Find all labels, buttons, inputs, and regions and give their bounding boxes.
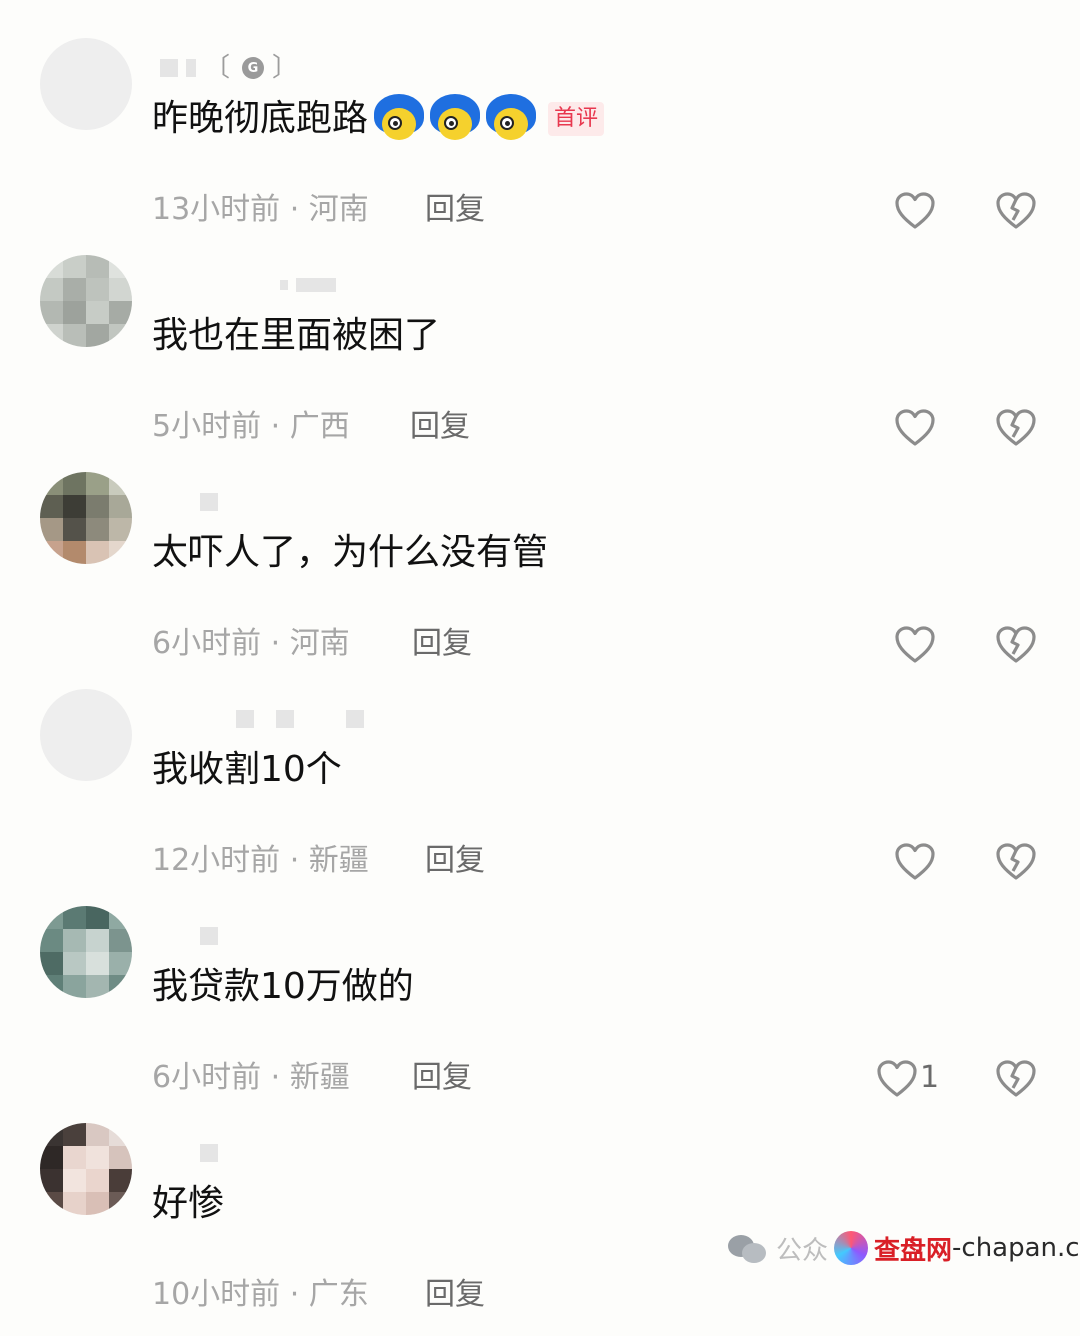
dislike-button[interactable] <box>994 840 1038 884</box>
comment-item: 〔 G 〕 昨晚彻底跑路 首评 13小时前 · 河南 回复 <box>0 34 1080 251</box>
meta-separator: · <box>280 1277 309 1312</box>
wechat-icon <box>728 1231 768 1265</box>
comment-text: 太吓人了，为什么没有管 <box>152 532 549 573</box>
meta-separator: · <box>280 843 309 878</box>
heart-outline-icon <box>877 1060 917 1097</box>
username-blurred[interactable] <box>280 273 336 297</box>
comment-meta: 6小时前 · 河南 <box>152 624 350 664</box>
bracket-right: 〕 <box>272 53 299 83</box>
username-blurred[interactable] <box>236 707 364 731</box>
comment-time: 6小时前 <box>152 1060 262 1095</box>
like-button[interactable] <box>893 623 937 667</box>
like-button[interactable] <box>893 406 937 450</box>
comment-location: 广东 <box>308 1277 369 1312</box>
avatar[interactable] <box>40 689 132 781</box>
reply-button[interactable]: 回复 <box>425 841 485 881</box>
avatar[interactable] <box>40 472 132 564</box>
avatar[interactable] <box>40 906 132 998</box>
broken-heart-icon <box>996 626 1036 663</box>
dislike-button[interactable] <box>994 1057 1038 1101</box>
username-blurred[interactable] <box>200 490 218 514</box>
dislike-button[interactable] <box>994 406 1038 450</box>
frightened-face-emoji <box>430 94 481 144</box>
comment-time: 6小时前 <box>152 626 262 661</box>
comment-time: 10小时前 <box>152 1277 281 1312</box>
like-count: 1 <box>920 1060 940 1095</box>
meta-separator: · <box>261 1060 290 1095</box>
comment-text: 昨晚彻底跑路 首评 <box>152 94 605 144</box>
watermark-prefix: 公众 <box>776 1235 829 1266</box>
comment-location: 新疆 <box>289 1060 350 1095</box>
comment-text: 我也在里面被困了 <box>152 315 441 356</box>
comment-text: 我贷款10万做的 <box>152 966 414 1007</box>
avatar[interactable] <box>40 1123 132 1215</box>
watermark: 公众 查盘网 -chapan.cc 菜 <box>728 1228 1080 1268</box>
avatar[interactable] <box>40 255 132 347</box>
meta-separator: · <box>261 409 290 444</box>
reply-button[interactable]: 回复 <box>425 190 485 230</box>
comment-meta: 12小时前 · 新疆 <box>152 841 369 881</box>
dislike-button[interactable] <box>994 623 1038 667</box>
comment-meta: 13小时前 · 河南 <box>152 190 369 230</box>
like-button[interactable] <box>875 1057 919 1101</box>
broken-heart-icon <box>996 843 1036 880</box>
meta-separator: · <box>261 626 290 661</box>
bracket-left: 〔 <box>204 53 231 83</box>
first-comment-badge: 首评 <box>548 102 605 136</box>
comment-meta: 6小时前 · 新疆 <box>152 1058 350 1098</box>
watermark-domain: -chapan.cc <box>952 1233 1080 1263</box>
comment-text: 我收割10个 <box>152 749 342 790</box>
watermark-site-name: 查盘网 <box>874 1235 953 1266</box>
comment-text: 好惨 <box>152 1183 225 1224</box>
frightened-face-emoji <box>486 94 537 144</box>
like-button[interactable] <box>893 189 937 233</box>
frightened-face-emoji <box>374 94 425 144</box>
username-blurred[interactable] <box>200 924 218 948</box>
comment-time: 13小时前 <box>152 192 281 227</box>
comment-time: 12小时前 <box>152 843 281 878</box>
swirl-logo-icon <box>834 1231 869 1265</box>
reply-button[interactable]: 回复 <box>412 624 472 664</box>
username-blurred[interactable]: 〔 G 〕 <box>160 53 299 83</box>
comment-item: 我贷款10万做的 6小时前 · 新疆 回复 1 <box>0 902 1080 1119</box>
broken-heart-icon <box>996 192 1036 229</box>
comment-item: 太吓人了，为什么没有管 6小时前 · 河南 回复 <box>0 468 1080 685</box>
comment-text-content: 昨晚彻底跑路 <box>152 98 369 139</box>
reply-button[interactable]: 回复 <box>425 1275 485 1315</box>
comment-location: 广西 <box>289 409 350 444</box>
heart-outline-icon <box>895 626 935 663</box>
username-blurred[interactable] <box>200 1141 218 1165</box>
comment-item: 我收割10个 12小时前 · 新疆 回复 <box>0 685 1080 902</box>
broken-heart-icon <box>996 1060 1036 1097</box>
comment-location: 新疆 <box>308 843 369 878</box>
heart-outline-icon <box>895 843 935 880</box>
reply-button[interactable]: 回复 <box>410 407 470 447</box>
avatar[interactable] <box>40 38 132 130</box>
like-button[interactable] <box>893 840 937 884</box>
reply-button[interactable]: 回复 <box>412 1058 472 1098</box>
heart-outline-icon <box>895 409 935 446</box>
g-badge-icon: G <box>242 57 265 79</box>
dislike-button[interactable] <box>994 189 1038 233</box>
comment-meta: 5小时前 · 广西 <box>152 407 350 447</box>
heart-outline-icon <box>895 192 935 229</box>
comment-item: 我也在里面被困了 5小时前 · 广西 回复 <box>0 251 1080 468</box>
broken-heart-icon <box>996 409 1036 446</box>
comment-time: 5小时前 <box>152 409 262 444</box>
comment-location: 河南 <box>308 192 369 227</box>
meta-separator: · <box>280 192 309 227</box>
comment-meta: 10小时前 · 广东 <box>152 1275 369 1315</box>
comment-location: 河南 <box>289 626 350 661</box>
